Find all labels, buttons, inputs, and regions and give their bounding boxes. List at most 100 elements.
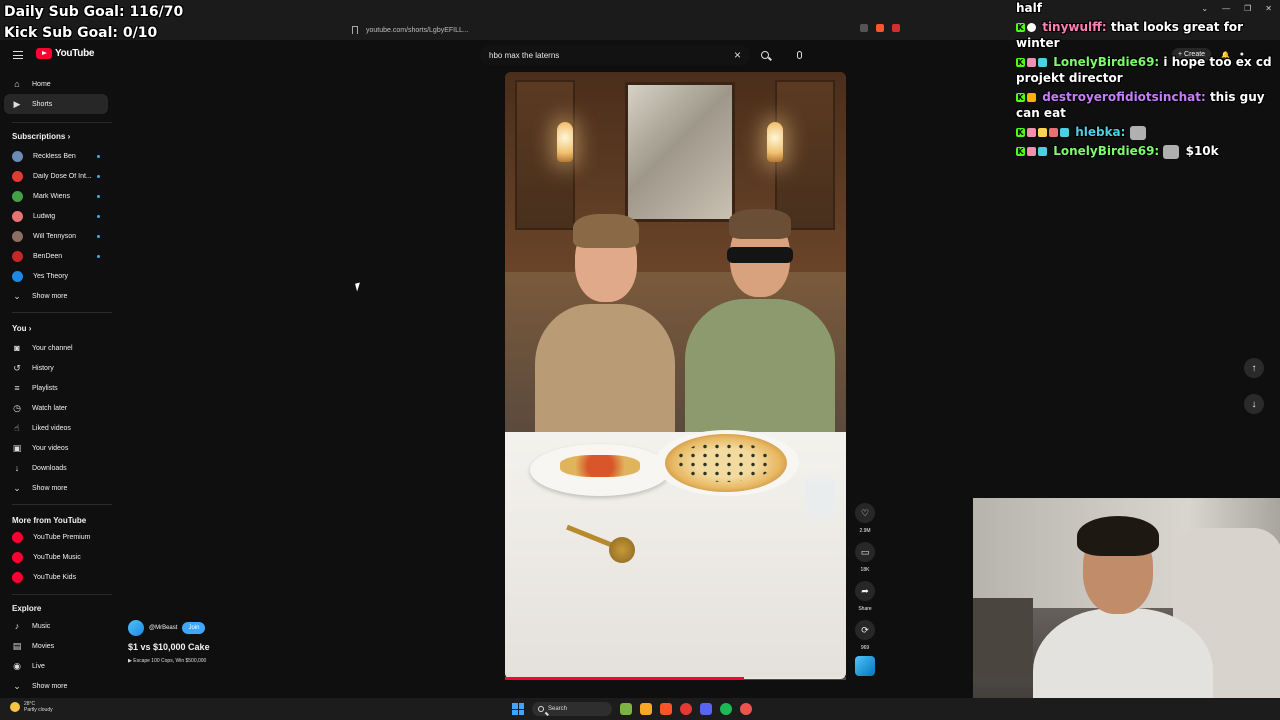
obs-icon[interactable]: [680, 703, 692, 715]
comment-button[interactable]: ▭: [855, 542, 875, 562]
extension-icon[interactable]: [860, 24, 868, 32]
sidebar-item-subscription[interactable]: Yes Theory: [4, 266, 108, 286]
sidebar-item-watch-later[interactable]: ◷ Watch later: [4, 398, 108, 418]
chat-username: hlebka:: [1075, 125, 1126, 139]
moderator-badge-icon: [1060, 128, 1069, 137]
new-content-dot: [97, 234, 100, 238]
brave-browser-icon[interactable]: [660, 703, 672, 715]
previous-short-button[interactable]: ↑: [1244, 358, 1264, 378]
subscriptions-heading[interactable]: Subscriptions ›: [12, 132, 70, 141]
youtube-premium-icon: [12, 531, 23, 543]
you-heading[interactable]: You ›: [12, 324, 31, 333]
address-bar[interactable]: youtube.com/shorts/LgbyEFILL...: [352, 22, 912, 38]
sidebar-item-liked-videos[interactable]: ☝ Liked videos: [4, 418, 108, 438]
gifter-badge-icon: [1038, 147, 1047, 156]
chat-message: K tinywulff: that looks great for winter: [1016, 19, 1272, 51]
remix-button[interactable]: ⟳: [855, 620, 875, 640]
clear-search-icon[interactable]: ×: [734, 48, 741, 62]
subscriber-badge-icon: [1027, 128, 1036, 137]
search-button[interactable]: [756, 45, 774, 65]
join-button[interactable]: Join: [182, 622, 206, 634]
next-short-button[interactable]: ↓: [1244, 394, 1264, 414]
sidebar-item-youtube-music[interactable]: YouTube Music: [4, 547, 108, 567]
weather-widget[interactable]: 28°C Partly cloudy: [10, 701, 53, 713]
sidebar-item-label: Reckless Ben: [33, 152, 76, 160]
daily-sub-goal: Daily Sub Goal: 116/70: [4, 4, 184, 20]
chat-message: half: [1016, 0, 1272, 16]
sidebar-item-playlists[interactable]: ≡ Playlists: [4, 378, 108, 398]
menu-icon[interactable]: [13, 51, 23, 59]
file-explorer-icon[interactable]: [640, 703, 652, 715]
voice-search-button[interactable]: [790, 45, 808, 65]
spotify-icon[interactable]: [720, 703, 732, 715]
sidebar-item-subscription[interactable]: BenDeen: [4, 246, 108, 266]
short-video-player[interactable]: [505, 72, 846, 679]
youtube-kids-icon: [12, 571, 23, 583]
sidebar-item-downloads[interactable]: ↓ Downloads: [4, 458, 108, 478]
linked-video[interactable]: ▶ Escape 100 Cops, Win $500,000: [128, 658, 368, 664]
sidebar-item-subscription[interactable]: Will Tennyson: [4, 226, 108, 246]
channel-avatar: [12, 190, 23, 202]
chevron-down-icon: ⌄: [13, 680, 21, 691]
sun-icon: [10, 702, 20, 712]
sidebar-item-movies[interactable]: ▤ Movies: [4, 636, 108, 656]
sidebar-item-subscription[interactable]: Mark Wiens: [4, 186, 108, 206]
channel-avatar[interactable]: [128, 620, 144, 636]
extension-icons: [860, 24, 900, 32]
divider: [12, 594, 112, 595]
share-label: Share: [858, 606, 872, 612]
streamer-webcam: [973, 498, 1280, 720]
youtube-logo[interactable]: YouTube: [36, 48, 95, 59]
sidebar-item-history[interactable]: ↺ History: [4, 358, 108, 378]
movies-icon: ▤: [12, 640, 22, 651]
bookmark-icon[interactable]: [352, 26, 358, 34]
sidebar-item-subscription[interactable]: Daily Dose Of Int...: [4, 166, 108, 186]
sidebar-item-shorts[interactable]: ▶ Shorts: [4, 94, 108, 114]
search-query: hbo max the laterns: [489, 50, 560, 60]
wall-sconce: [557, 122, 573, 162]
widget-app-icon[interactable]: [620, 703, 632, 715]
sidebar-item-your-videos[interactable]: ▣ Your videos: [4, 438, 108, 458]
you-show-more[interactable]: ⌄ Show more: [4, 478, 108, 498]
short-title[interactable]: $1 vs $10,000 Cake: [128, 642, 368, 652]
rewards-icon[interactable]: [892, 24, 900, 32]
sidebar-item-subscription[interactable]: Ludwig: [4, 206, 108, 226]
windows-start-icon[interactable]: [512, 703, 524, 715]
chrome-icon[interactable]: [740, 703, 752, 715]
subscriber-badge-icon: [1027, 93, 1036, 102]
channel-thumbnail[interactable]: [855, 656, 875, 676]
gifter-badge-icon: [1038, 128, 1047, 137]
you-heading-label: You: [12, 324, 27, 333]
weather-condition: Partly cloudy: [24, 707, 53, 713]
explore-show-more[interactable]: ⌄ Show more: [4, 676, 108, 696]
person-left: [535, 212, 675, 454]
subscriptions-show-more[interactable]: ⌄ Show more: [4, 286, 108, 306]
chat-username: destroyerofidiotsinchat:: [1042, 90, 1206, 104]
pizza-slices: [560, 455, 640, 477]
kick-badge-icon: K: [1016, 147, 1025, 156]
sidebar-item-home[interactable]: ⌂ Home: [4, 74, 108, 94]
subscriber-badge-icon: [1027, 58, 1036, 67]
sidebar-item-live[interactable]: ◉ Live: [4, 656, 108, 676]
mirror: [625, 82, 735, 222]
new-content-dot: [97, 194, 100, 198]
subscriber-badge-icon: [1027, 147, 1036, 156]
video-progress-bar[interactable]: [505, 677, 846, 680]
sidebar-item-youtube-premium[interactable]: YouTube Premium: [4, 527, 108, 547]
sidebar-item-youtube-kids[interactable]: YouTube Kids: [4, 567, 108, 587]
discord-icon[interactable]: [700, 703, 712, 715]
share-button[interactable]: ➦: [855, 581, 875, 601]
person-right-blindfolded: [685, 207, 835, 449]
cutter-wheel: [609, 537, 635, 563]
search-input[interactable]: hbo max the laterns ×: [480, 45, 750, 65]
sidebar-item-label: Show more: [32, 292, 68, 300]
like-button[interactable]: ♡: [855, 503, 875, 523]
taskbar-search[interactable]: Search: [532, 702, 612, 716]
taskbar-apps: Search: [512, 702, 752, 716]
sidebar-item-subscription[interactable]: Reckless Ben: [4, 146, 108, 166]
sidebar-item-your-channel[interactable]: ◙ Your channel: [4, 338, 108, 358]
sidebar-item-music[interactable]: ♪ Music: [4, 616, 108, 636]
heart-icon: ♡: [860, 507, 870, 518]
brave-shield-icon[interactable]: [876, 24, 884, 32]
channel-name[interactable]: @MrBeast: [149, 625, 177, 631]
